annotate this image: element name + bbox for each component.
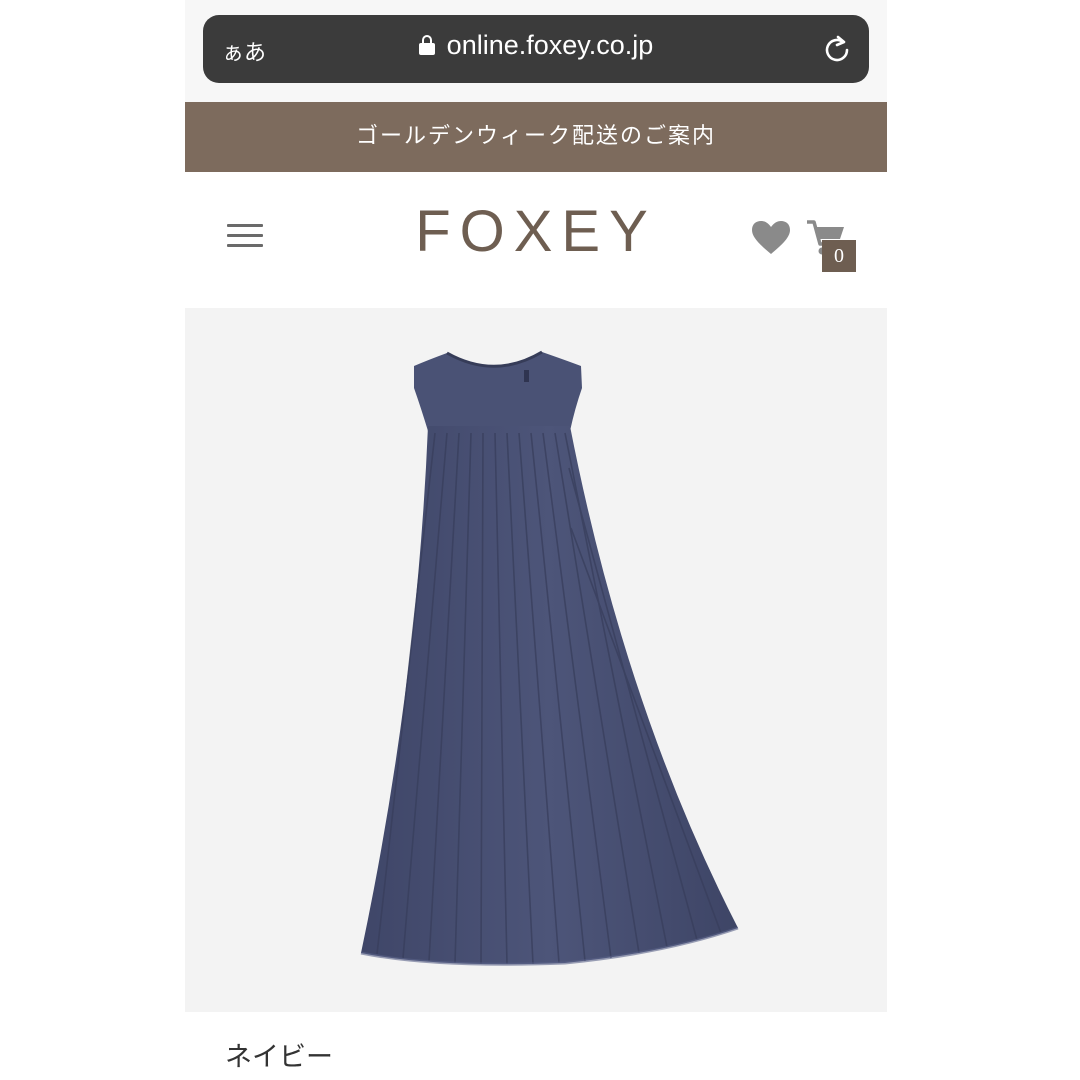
- phone-screen: ぁあ online.foxey.co.jp ゴールデンウィーク配送のご案内 FO…: [185, 0, 887, 1080]
- url-text: online.foxey.co.jp: [446, 30, 654, 60]
- cart-count-badge: 0: [822, 240, 856, 272]
- browser-chrome: ぁあ online.foxey.co.jp: [185, 0, 887, 102]
- announcement-banner[interactable]: ゴールデンウィーク配送のご案内: [185, 102, 887, 172]
- site-header: FOXEY 0: [185, 172, 887, 308]
- reload-icon[interactable]: [821, 33, 853, 65]
- heart-icon[interactable]: [751, 220, 791, 256]
- color-label: ネイビー: [225, 1042, 333, 1073]
- address-bar[interactable]: ぁあ online.foxey.co.jp: [203, 15, 869, 83]
- lock-icon: [418, 35, 435, 55]
- banner-text: ゴールデンウィーク配送のご案内: [355, 124, 716, 149]
- dress-illustration: [360, 350, 739, 966]
- product-image[interactable]: [185, 308, 887, 1012]
- url-display[interactable]: online.foxey.co.jp: [203, 30, 869, 61]
